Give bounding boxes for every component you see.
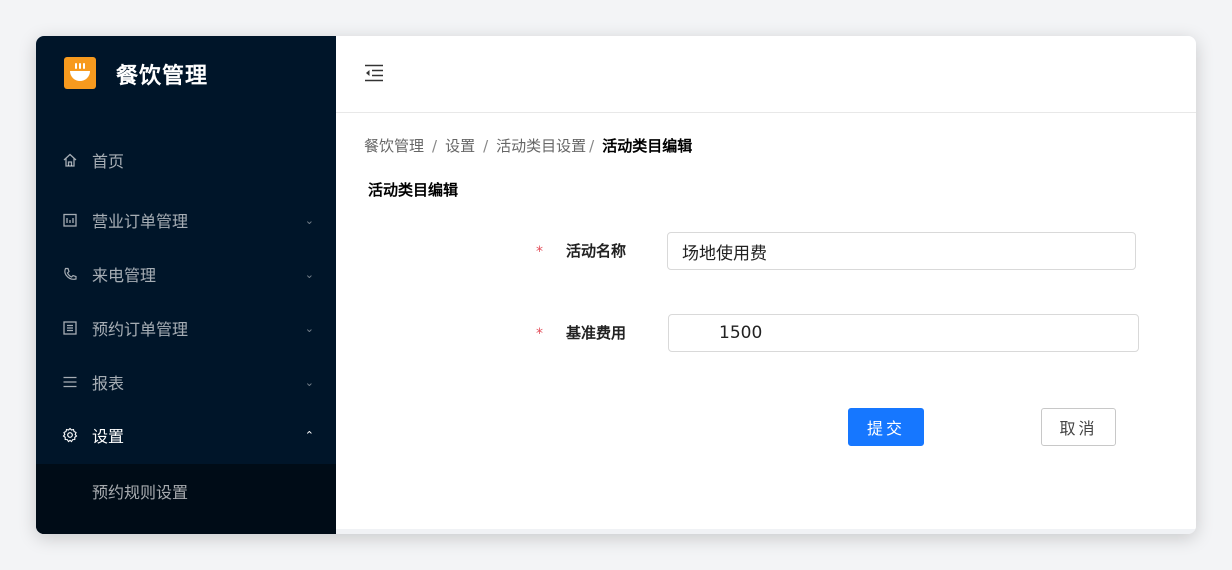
phone-icon [62, 266, 78, 282]
base-fee-label: 基准费用 [566, 324, 627, 342]
form-row-base-fee: * 基准费用 [336, 314, 1196, 354]
sidebar-item-business-orders[interactable]: 营业订单管理 ⌄ [36, 193, 336, 247]
sidebar-item-label: 营业订单管理 [92, 212, 189, 231]
gear-icon [62, 427, 78, 443]
home-icon [62, 152, 78, 168]
settings-submenu: 预约规则设置 [36, 464, 336, 534]
menu-fold-icon[interactable] [364, 64, 384, 82]
sidebar-item-calls[interactable]: 来电管理 ⌄ [36, 247, 336, 301]
submenu-item-reservation-rules[interactable]: 预约规则设置 [36, 464, 336, 518]
sidebar: 餐饮管理 首页 营业订单管理 ⌄ 来电管理 ⌄ 预约订单管理 ⌄ 报表 ⌄ 设置… [36, 36, 336, 534]
base-fee-input[interactable] [668, 314, 1139, 352]
breadcrumb-current: 活动类目编辑 [602, 137, 693, 155]
sidebar-item-reservation-orders[interactable]: 预约订单管理 ⌄ [36, 301, 336, 355]
sidebar-item-label: 首页 [92, 152, 125, 171]
chevron-down-icon: ⌄ [304, 321, 314, 335]
sidebar-item-label: 报表 [92, 374, 125, 393]
sidebar-item-settings[interactable]: 设置 ⌃ [36, 408, 336, 462]
calendar-icon [62, 212, 78, 228]
sidebar-item-reports[interactable]: 报表 ⌄ [36, 355, 336, 409]
content-panel: 餐饮管理 / 设置 / 活动类目设置 / 活动类目编辑 活动类目编辑 * 活动名… [336, 113, 1196, 529]
cancel-button[interactable]: 取消 [1041, 408, 1116, 446]
breadcrumb-separator: / [589, 136, 595, 155]
required-mark: * [536, 326, 543, 342]
activity-name-label: 活动名称 [566, 242, 627, 260]
breadcrumb-separator: / [483, 136, 489, 155]
chevron-down-icon: ⌄ [304, 213, 314, 227]
breadcrumb-item[interactable]: 餐饮管理 [364, 135, 424, 156]
breadcrumb: 餐饮管理 / 设置 / 活动类目设置 / 活动类目编辑 [364, 135, 692, 156]
top-bar [336, 36, 1196, 113]
sidebar-item-label: 设置 [92, 427, 125, 446]
form-row-activity-name: * 活动名称 [336, 232, 1196, 272]
submenu-item-label: 预约规则设置 [92, 483, 189, 502]
sidebar-item-label: 来电管理 [92, 266, 157, 285]
sidebar-item-label: 预约订单管理 [92, 320, 189, 339]
menu-lines-icon [62, 374, 78, 390]
app-title: 餐饮管理 [116, 64, 209, 89]
brand: 餐饮管理 [36, 36, 336, 116]
main-area: 餐饮管理 / 设置 / 活动类目设置 / 活动类目编辑 活动类目编辑 * 活动名… [336, 36, 1196, 534]
restaurant-logo-icon [64, 57, 96, 89]
activity-name-input[interactable] [667, 232, 1136, 270]
chevron-down-icon: ⌄ [304, 267, 314, 281]
breadcrumb-item[interactable]: 设置 [445, 135, 475, 156]
breadcrumb-separator: / [432, 136, 438, 155]
sidebar-item-home[interactable]: 首页 [36, 133, 336, 187]
app-window: 餐饮管理 首页 营业订单管理 ⌄ 来电管理 ⌄ 预约订单管理 ⌄ 报表 ⌄ 设置… [36, 36, 1196, 534]
list-icon [62, 320, 78, 336]
page-title: 活动类目编辑 [368, 181, 459, 199]
submit-button[interactable]: 提交 [848, 408, 924, 446]
breadcrumb-item[interactable]: 活动类目设置 [496, 135, 586, 156]
required-mark: * [536, 244, 543, 260]
chevron-up-icon: ⌃ [304, 428, 314, 442]
chevron-down-icon: ⌄ [304, 375, 314, 389]
